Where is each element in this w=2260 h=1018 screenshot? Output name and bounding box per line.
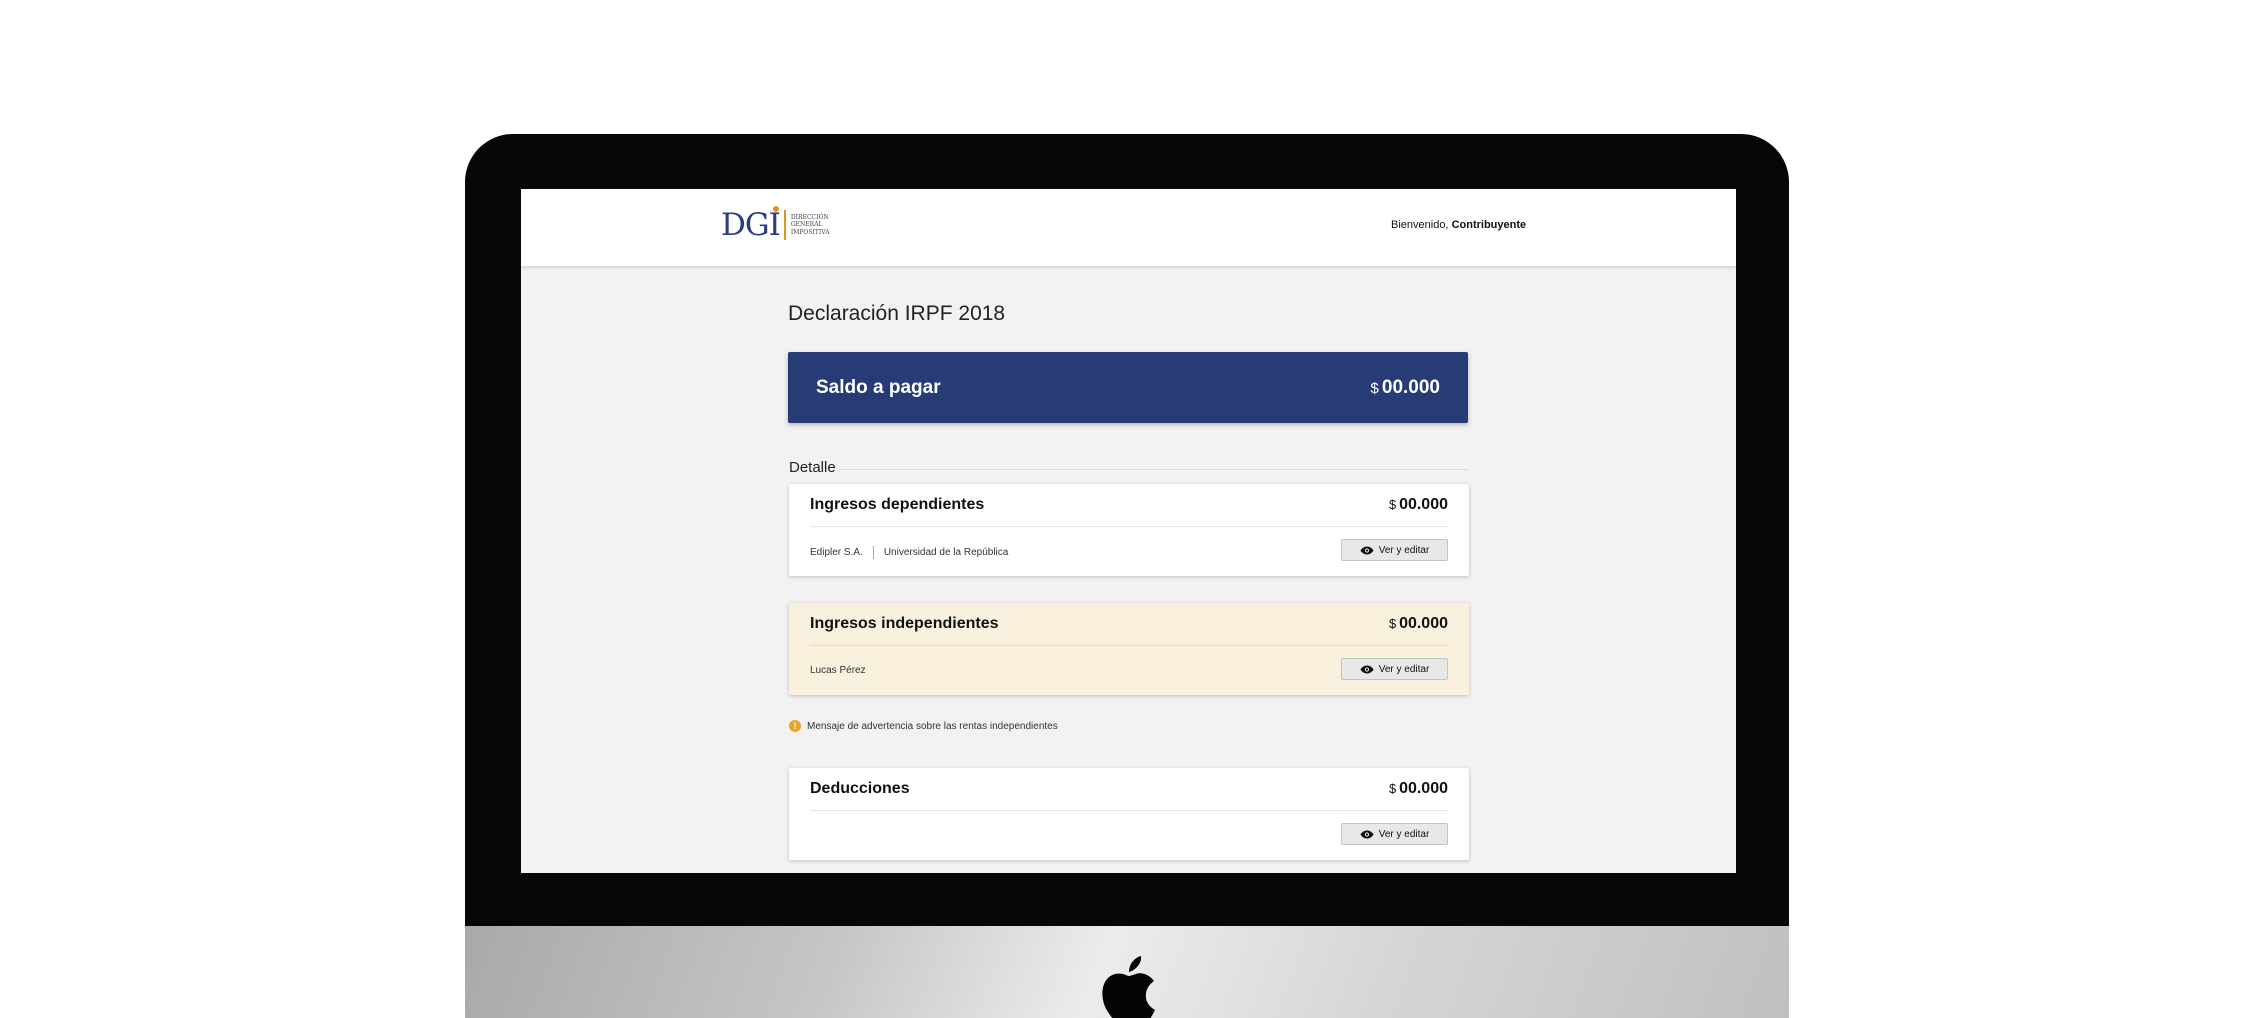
- apple-logo-icon: [1102, 956, 1155, 1018]
- card-subitems: Edipler S.A. Universidad de la República: [810, 546, 1008, 559]
- warning-text: Mensaje de advertencia sobre las rentas …: [807, 720, 1058, 732]
- ver-y-editar-button[interactable]: Ver y editar: [1341, 539, 1448, 561]
- warning-icon: !: [789, 720, 801, 732]
- card-subitems: Lucas Pérez: [810, 665, 866, 676]
- card-amount: $00.000: [1388, 780, 1448, 797]
- card-amount: $00.000: [1388, 615, 1448, 632]
- logo-divider: [783, 210, 786, 240]
- detalle-label: Detalle: [789, 459, 836, 476]
- card-deducciones: Deducciones $00.000 Ver y editar: [789, 768, 1469, 860]
- saldo-label: Saldo a pagar: [816, 377, 941, 398]
- divider: [810, 810, 1448, 811]
- logo-text: Dirección General Impositiva: [790, 213, 830, 236]
- card-title: Ingresos independientes: [810, 615, 999, 632]
- welcome-message: Bienvenido, Contribuyente: [1391, 219, 1527, 231]
- subitem: Edipler S.A.: [810, 547, 863, 558]
- separator: [872, 546, 874, 559]
- button-label: Ver y editar: [1378, 544, 1430, 556]
- dgi-logo[interactable]: DGI Dirección General Impositiva: [721, 205, 830, 243]
- saldo-amount: $00.000: [1370, 377, 1440, 398]
- divider: [839, 469, 1469, 470]
- subitem: Lucas Pérez: [810, 665, 866, 676]
- imac-monitor: DGI Dirección General Impositiva Bienven…: [465, 134, 1789, 1018]
- ver-y-editar-button[interactable]: Ver y editar: [1341, 823, 1448, 845]
- eye-icon: [1360, 830, 1374, 838]
- saldo-banner: Saldo a pagar $00.000: [788, 352, 1468, 423]
- page-title: Declaración IRPF 2018: [788, 302, 1006, 325]
- ver-y-editar-button[interactable]: Ver y editar: [1341, 658, 1448, 680]
- divider: [810, 526, 1448, 527]
- card-title: Ingresos dependientes: [810, 496, 985, 513]
- logo-mark: DGI: [721, 205, 781, 243]
- top-bar: DGI Dirección General Impositiva Bienven…: [521, 189, 1736, 266]
- card-title: Deducciones: [810, 780, 910, 797]
- card-ingresos-dependientes: Ingresos dependientes $00.000 Edipler S.…: [789, 484, 1469, 576]
- subitem: Universidad de la República: [883, 547, 1009, 558]
- user-name: Contribuyente: [1451, 219, 1527, 231]
- eye-icon: [1360, 546, 1374, 554]
- button-label: Ver y editar: [1378, 828, 1430, 840]
- screen: DGI Dirección General Impositiva Bienven…: [521, 189, 1736, 873]
- button-label: Ver y editar: [1378, 663, 1430, 675]
- eye-icon: [1360, 665, 1374, 673]
- warning-message: ! Mensaje de advertencia sobre las renta…: [789, 720, 1058, 732]
- card-amount: $00.000: [1388, 496, 1448, 513]
- divider: [810, 645, 1448, 646]
- card-ingresos-independientes: Ingresos independientes $00.000 Lucas Pé…: [789, 603, 1469, 695]
- detalle-section-header: Detalle: [789, 459, 1469, 479]
